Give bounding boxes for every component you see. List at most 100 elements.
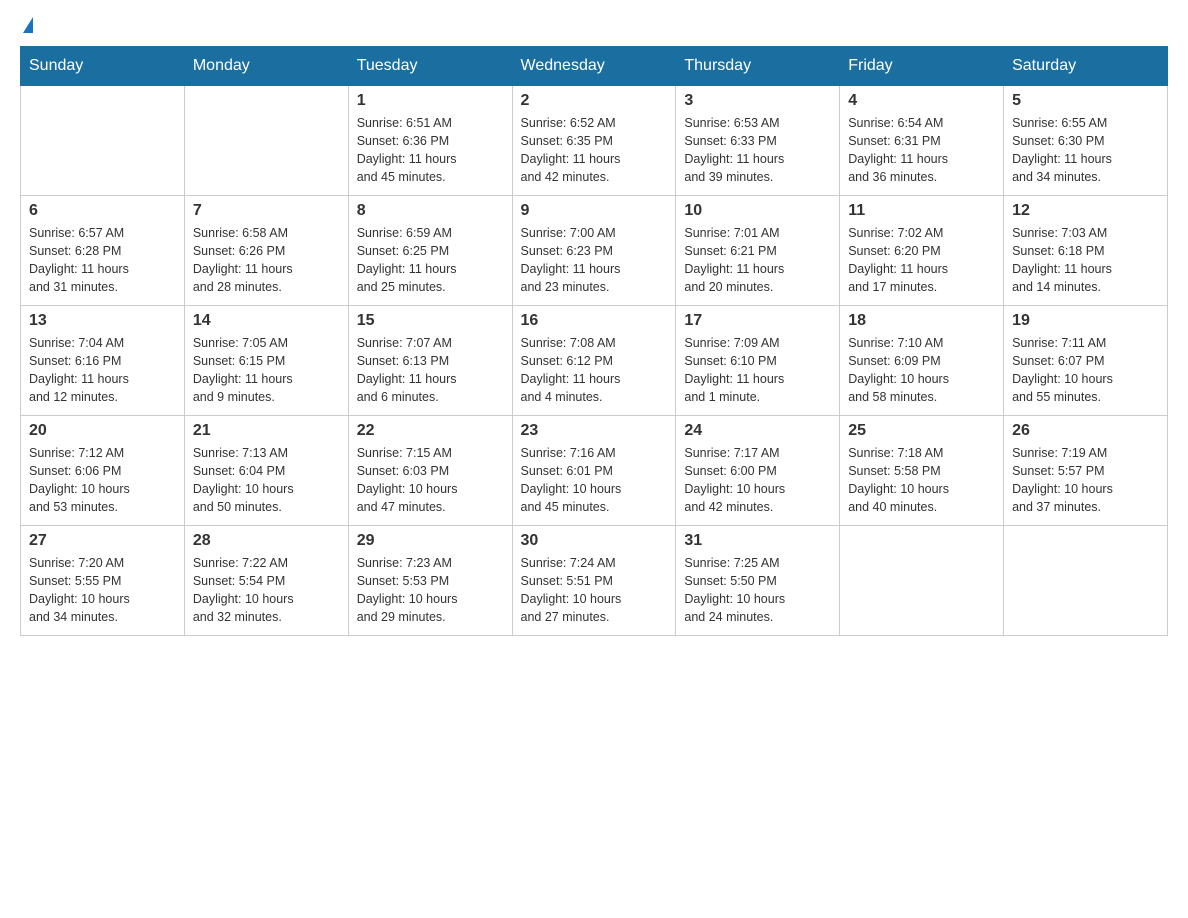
calendar-header-saturday: Saturday [1004,47,1168,86]
calendar-cell: 15Sunrise: 7:07 AMSunset: 6:13 PMDayligh… [348,306,512,416]
calendar-cell [840,526,1004,636]
calendar-cell: 4 Sunrise: 6:54 AMSunset: 6:31 PMDaylight… [840,86,1004,196]
day-number: 25 [848,422,995,440]
day-number: 31 [684,532,831,550]
calendar-cell: 11 Sunrise: 7:02 AMSunset: 6:20 PMDayligh… [840,196,1004,306]
calendar-cell: 22Sunrise: 7:15 AMSunset: 6:03 PMDayligh… [348,416,512,526]
calendar-header-wednesday: Wednesday [512,47,676,86]
calendar-cell: 29 Sunrise: 7:23 AMSunset: 5:53 PMDayligh… [348,526,512,636]
day-number: 19 [1012,312,1159,330]
day-info: Sunrise: 6:59 AMSunset: 6:25 PMDaylight:… [357,224,504,297]
day-number: 3 [684,92,831,110]
day-info: Sunrise: 6:51 AMSunset: 6:36 PMDaylight:… [357,114,504,187]
calendar-cell: 21 Sunrise: 7:13 AMSunset: 6:04 PMDayligh… [184,416,348,526]
calendar-cell: 25Sunrise: 7:18 AMSunset: 5:58 PMDayligh… [840,416,1004,526]
calendar-cell: 8Sunrise: 6:59 AMSunset: 6:25 PMDaylight… [348,196,512,306]
day-number: 7 [193,202,340,220]
day-info: Sunrise: 6:54 AMSunset: 6:31 PMDaylight:… [848,114,995,187]
logo [20,20,33,36]
day-number: 24 [684,422,831,440]
day-number: 20 [29,422,176,440]
day-info: Sunrise: 7:13 AMSunset: 6:04 PMDaylight:… [193,444,340,517]
calendar-cell: 17 Sunrise: 7:09 AMSunset: 6:10 PMDayligh… [676,306,840,416]
calendar-cell: 20 Sunrise: 7:12 AMSunset: 6:06 PMDayligh… [21,416,185,526]
day-info: Sunrise: 7:10 AMSunset: 6:09 PMDaylight:… [848,334,995,407]
day-info: Sunrise: 7:08 AMSunset: 6:12 PMDaylight:… [521,334,668,407]
day-number: 30 [521,532,668,550]
calendar-cell: 13Sunrise: 7:04 AMSunset: 6:16 PMDayligh… [21,306,185,416]
page-header [20,20,1168,36]
day-info: Sunrise: 6:55 AMSunset: 6:30 PMDaylight:… [1012,114,1159,187]
day-number: 27 [29,532,176,550]
day-info: Sunrise: 6:53 AMSunset: 6:33 PMDaylight:… [684,114,831,187]
day-info: Sunrise: 7:22 AMSunset: 5:54 PMDaylight:… [193,554,340,627]
day-number: 1 [357,92,504,110]
calendar-cell: 2Sunrise: 6:52 AMSunset: 6:35 PMDaylight… [512,86,676,196]
day-info: Sunrise: 7:23 AMSunset: 5:53 PMDaylight:… [357,554,504,627]
day-info: Sunrise: 7:03 AMSunset: 6:18 PMDaylight:… [1012,224,1159,297]
calendar-cell: 26Sunrise: 7:19 AMSunset: 5:57 PMDayligh… [1004,416,1168,526]
calendar-header-row: SundayMondayTuesdayWednesdayThursdayFrid… [21,47,1168,86]
day-info: Sunrise: 7:16 AMSunset: 6:01 PMDaylight:… [521,444,668,517]
calendar-cell: 9 Sunrise: 7:00 AMSunset: 6:23 PMDaylight… [512,196,676,306]
day-number: 11 [848,202,995,220]
calendar-header-sunday: Sunday [21,47,185,86]
day-info: Sunrise: 7:04 AMSunset: 6:16 PMDaylight:… [29,334,176,407]
calendar-cell: 12 Sunrise: 7:03 AMSunset: 6:18 PMDayligh… [1004,196,1168,306]
day-number: 4 [848,92,995,110]
calendar-cell [184,86,348,196]
calendar-cell: 31 Sunrise: 7:25 AMSunset: 5:50 PMDayligh… [676,526,840,636]
day-number: 23 [521,422,668,440]
calendar-week-row: 13Sunrise: 7:04 AMSunset: 6:16 PMDayligh… [21,306,1168,416]
day-info: Sunrise: 7:00 AMSunset: 6:23 PMDaylight:… [521,224,668,297]
calendar-cell: 27 Sunrise: 7:20 AMSunset: 5:55 PMDayligh… [21,526,185,636]
day-info: Sunrise: 7:12 AMSunset: 6:06 PMDaylight:… [29,444,176,517]
day-number: 6 [29,202,176,220]
calendar-header-monday: Monday [184,47,348,86]
calendar-week-row: 20 Sunrise: 7:12 AMSunset: 6:06 PMDayligh… [21,416,1168,526]
day-number: 21 [193,422,340,440]
day-info: Sunrise: 7:19 AMSunset: 5:57 PMDaylight:… [1012,444,1159,517]
day-number: 10 [684,202,831,220]
calendar-week-row: 1 Sunrise: 6:51 AMSunset: 6:36 PMDaylight… [21,86,1168,196]
calendar-cell: 10 Sunrise: 7:01 AMSunset: 6:21 PMDayligh… [676,196,840,306]
day-info: Sunrise: 7:20 AMSunset: 5:55 PMDaylight:… [29,554,176,627]
day-number: 16 [521,312,668,330]
calendar-cell: 1 Sunrise: 6:51 AMSunset: 6:36 PMDaylight… [348,86,512,196]
calendar-cell: 16 Sunrise: 7:08 AMSunset: 6:12 PMDayligh… [512,306,676,416]
day-info: Sunrise: 7:09 AMSunset: 6:10 PMDaylight:… [684,334,831,407]
day-number: 5 [1012,92,1159,110]
calendar-table: SundayMondayTuesdayWednesdayThursdayFrid… [20,46,1168,636]
day-info: Sunrise: 7:25 AMSunset: 5:50 PMDaylight:… [684,554,831,627]
calendar-cell [1004,526,1168,636]
calendar-cell: 24 Sunrise: 7:17 AMSunset: 6:00 PMDayligh… [676,416,840,526]
calendar-cell: 28 Sunrise: 7:22 AMSunset: 5:54 PMDayligh… [184,526,348,636]
calendar-cell: 3 Sunrise: 6:53 AMSunset: 6:33 PMDaylight… [676,86,840,196]
day-info: Sunrise: 7:05 AMSunset: 6:15 PMDaylight:… [193,334,340,407]
day-number: 2 [521,92,668,110]
day-number: 9 [521,202,668,220]
day-number: 28 [193,532,340,550]
calendar-cell: 19Sunrise: 7:11 AMSunset: 6:07 PMDayligh… [1004,306,1168,416]
calendar-cell: 23 Sunrise: 7:16 AMSunset: 6:01 PMDayligh… [512,416,676,526]
day-info: Sunrise: 6:58 AMSunset: 6:26 PMDaylight:… [193,224,340,297]
day-info: Sunrise: 7:17 AMSunset: 6:00 PMDaylight:… [684,444,831,517]
calendar-week-row: 27 Sunrise: 7:20 AMSunset: 5:55 PMDayligh… [21,526,1168,636]
day-info: Sunrise: 7:24 AMSunset: 5:51 PMDaylight:… [521,554,668,627]
calendar-cell: 6Sunrise: 6:57 AMSunset: 6:28 PMDaylight… [21,196,185,306]
day-info: Sunrise: 7:07 AMSunset: 6:13 PMDaylight:… [357,334,504,407]
calendar-cell: 7 Sunrise: 6:58 AMSunset: 6:26 PMDaylight… [184,196,348,306]
calendar-cell [21,86,185,196]
day-info: Sunrise: 7:01 AMSunset: 6:21 PMDaylight:… [684,224,831,297]
day-number: 22 [357,422,504,440]
calendar-header-tuesday: Tuesday [348,47,512,86]
day-number: 17 [684,312,831,330]
calendar-cell: 30 Sunrise: 7:24 AMSunset: 5:51 PMDayligh… [512,526,676,636]
calendar-week-row: 6Sunrise: 6:57 AMSunset: 6:28 PMDaylight… [21,196,1168,306]
calendar-header-friday: Friday [840,47,1004,86]
day-info: Sunrise: 7:02 AMSunset: 6:20 PMDaylight:… [848,224,995,297]
day-number: 12 [1012,202,1159,220]
calendar-header-thursday: Thursday [676,47,840,86]
calendar-cell: 14Sunrise: 7:05 AMSunset: 6:15 PMDayligh… [184,306,348,416]
day-number: 29 [357,532,504,550]
